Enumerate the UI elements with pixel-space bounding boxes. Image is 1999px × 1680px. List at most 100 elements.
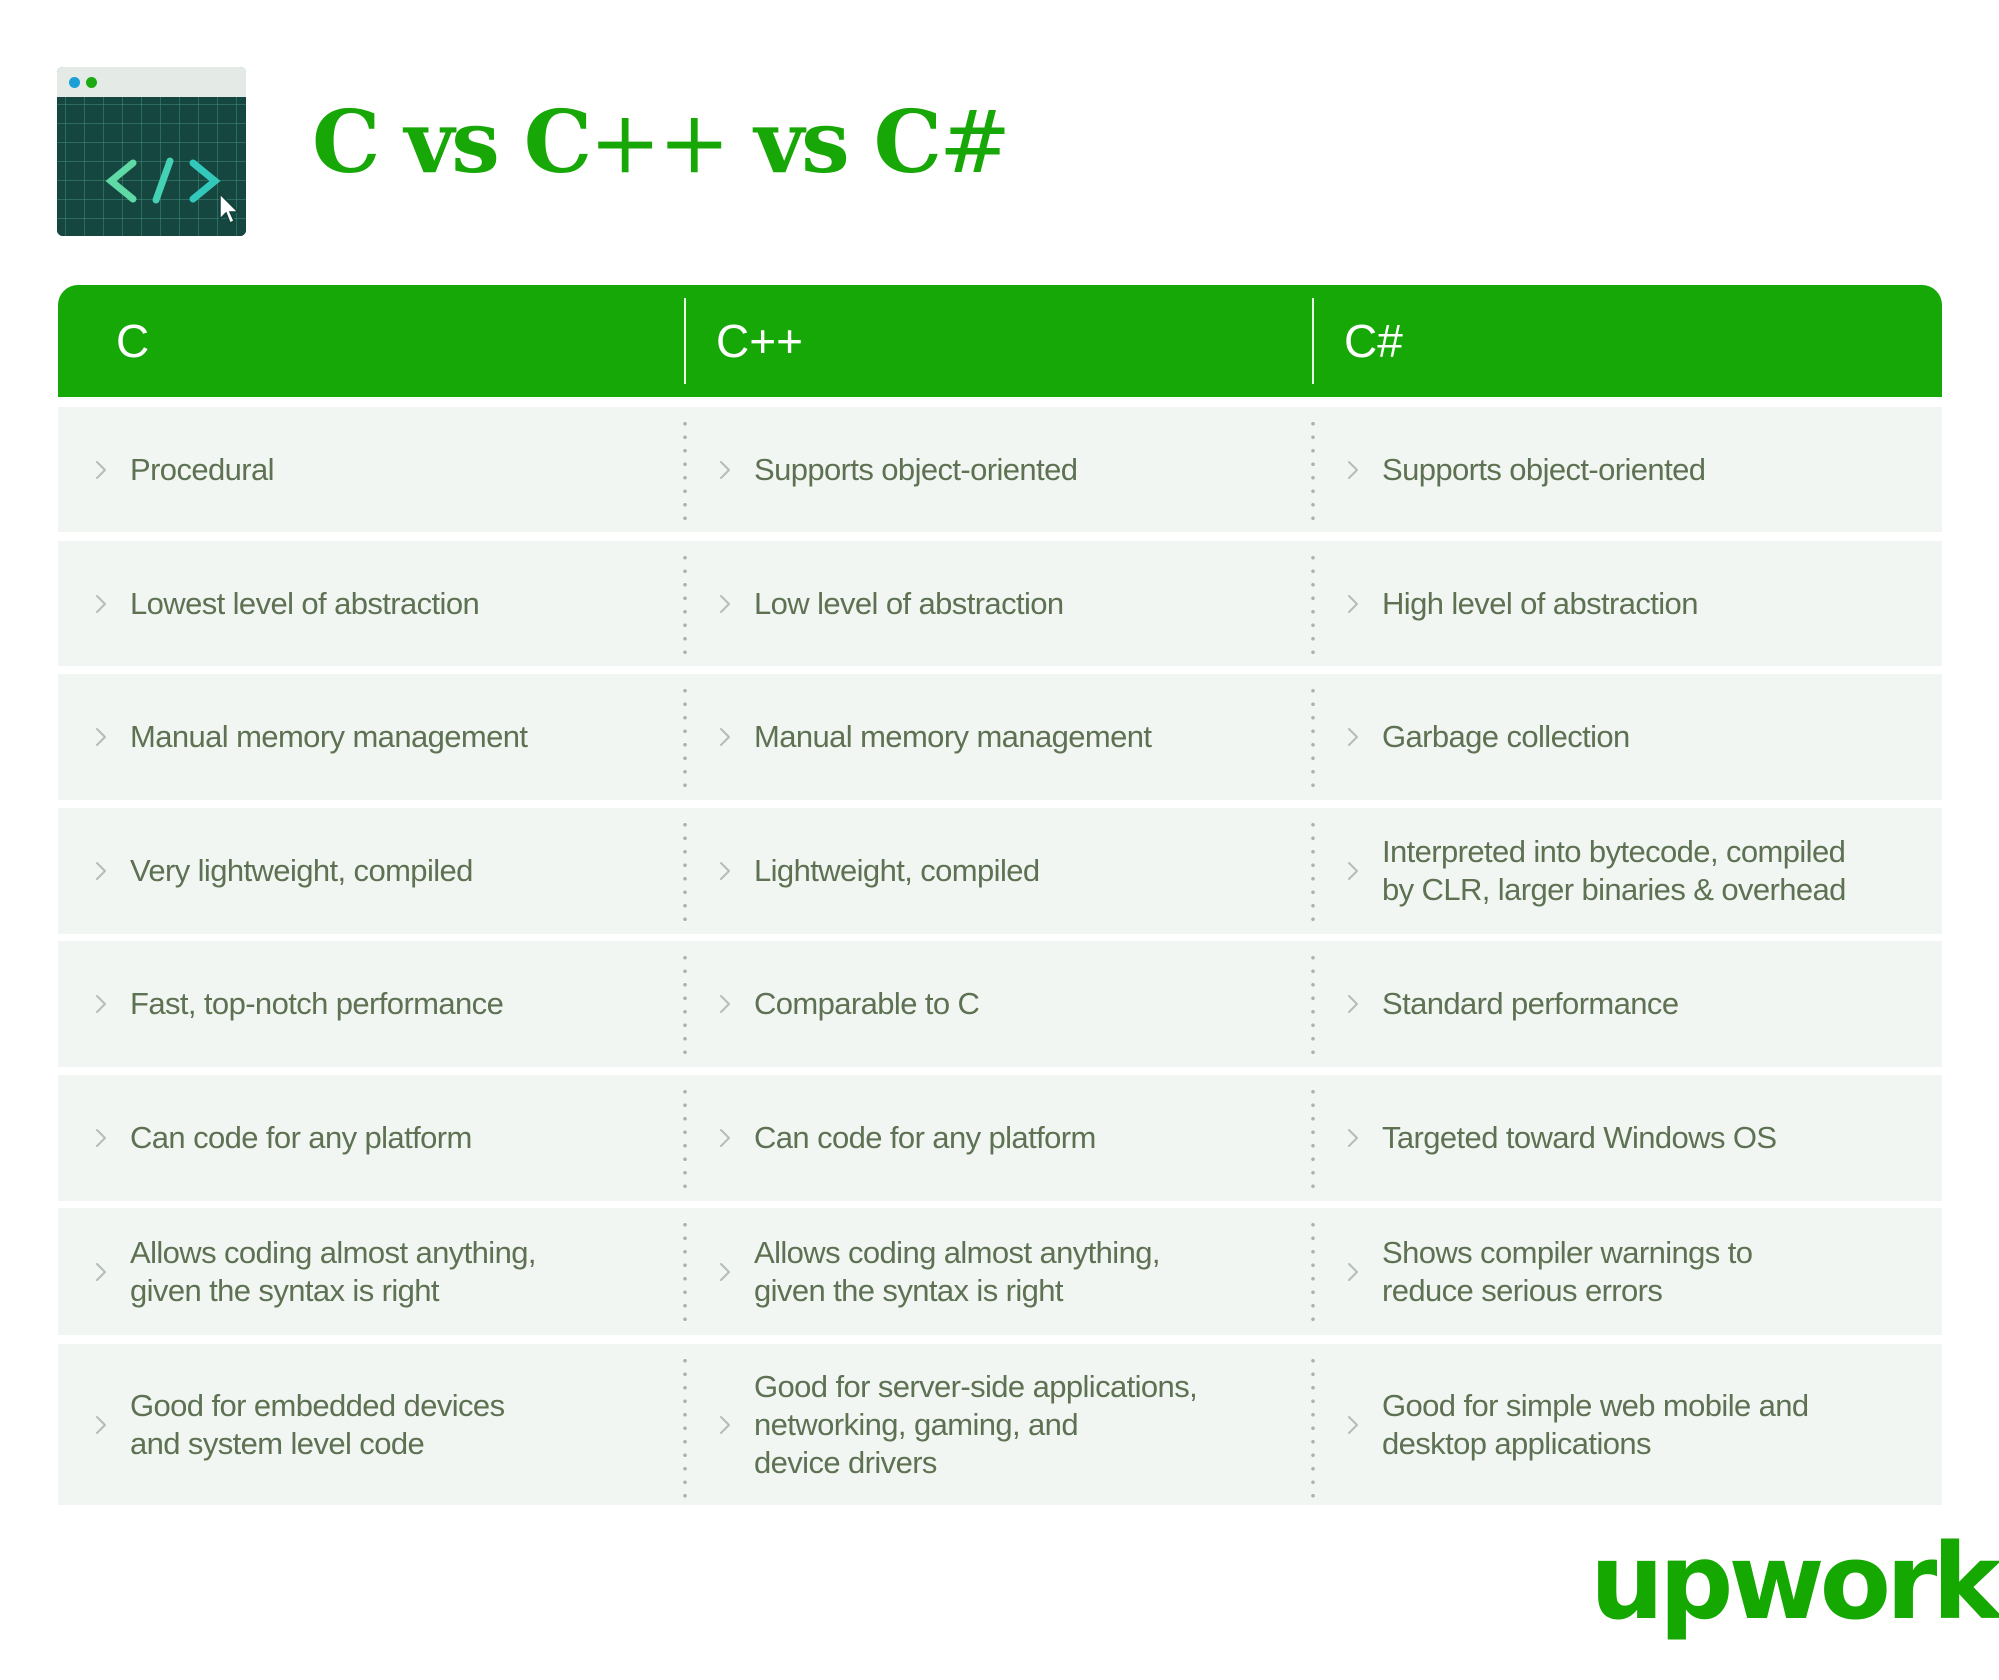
cell-text: Lowest level of abstraction xyxy=(130,585,480,621)
dotted-divider xyxy=(683,684,687,794)
chevron-right-icon xyxy=(1348,995,1358,1013)
chevron-right-icon xyxy=(1348,1262,1358,1281)
cell-text: Very lightweight, compiled xyxy=(130,853,473,888)
table-cell-csharp: High level of abstraction xyxy=(1346,541,1698,666)
table-row: Lowest level of abstraction Low level of … xyxy=(58,541,1942,666)
table-row: Very lightweight, compiled Lightweight, c… xyxy=(58,808,1942,934)
chevron-right-icon xyxy=(1348,460,1358,479)
table-header: C C++ C# xyxy=(58,285,1942,397)
chevron-right-icon xyxy=(720,1262,730,1281)
cell-text: Manual memory management xyxy=(130,719,528,754)
cell-text: Supports object-oriented xyxy=(1382,451,1706,487)
dotted-divider xyxy=(1311,1085,1315,1195)
table-cell-csharp: Targeted toward Windows OS xyxy=(1346,1075,1777,1201)
chevron-right-icon xyxy=(720,728,730,746)
dotted-divider xyxy=(683,551,687,660)
cell-text: Good for server-side applications, networ… xyxy=(754,1368,1198,1480)
table-cell-cpp: Lightweight, compiled xyxy=(718,808,1040,934)
chevron-right-icon xyxy=(96,1262,106,1281)
chevron-right-icon xyxy=(96,1129,106,1147)
table-row: Fast, top-notch performance Comparable to… xyxy=(58,941,1942,1067)
table-cell-csharp: Supports object-oriented xyxy=(1346,407,1706,532)
chevron-right-icon xyxy=(1348,594,1358,613)
dotted-divider xyxy=(683,1218,687,1329)
cell-text: Manual memory management xyxy=(754,719,1152,754)
dotted-divider xyxy=(1311,1218,1315,1329)
cell-text: Can code for any platform xyxy=(130,1120,472,1155)
table-cell-c: Very lightweight, compiled xyxy=(94,808,473,934)
chevron-right-icon xyxy=(720,460,730,479)
dotted-divider xyxy=(683,1085,687,1195)
table-row: Manual memory management Manual memory ma… xyxy=(58,674,1942,800)
cell-text: Interpreted into bytecode, compiled by CL… xyxy=(1382,834,1846,907)
chevron-right-icon xyxy=(96,728,106,746)
dotted-divider xyxy=(1311,951,1315,1061)
dotted-divider xyxy=(683,951,687,1061)
cell-text: Can code for any platform xyxy=(754,1120,1096,1155)
dotted-divider xyxy=(683,417,687,526)
table-cell-c: Good for embedded devices and system leve… xyxy=(94,1344,505,1505)
chevron-right-icon xyxy=(720,995,730,1013)
table-cell-c: Allows coding almost anything, given the … xyxy=(94,1208,536,1335)
title-part: # xyxy=(939,93,1011,193)
table-cell-cpp: Low level of abstraction xyxy=(718,541,1064,666)
chevron-right-icon xyxy=(96,460,106,479)
chevron-right-icon xyxy=(720,594,730,613)
cell-text: Allows coding almost anything, given the … xyxy=(130,1234,536,1308)
table-cell-c: Can code for any platform xyxy=(94,1075,472,1201)
column-header-csharp: C# xyxy=(1344,315,1403,367)
dotted-divider xyxy=(683,818,687,928)
cell-text: Good for simple web mobile and desktop ap… xyxy=(1382,1387,1809,1461)
chevron-right-icon xyxy=(1348,862,1358,880)
table-cell-csharp: Interpreted into bytecode, compiled by CL… xyxy=(1346,808,1846,934)
column-header-c: C xyxy=(116,315,150,367)
dotted-divider xyxy=(1311,818,1315,928)
chevron-right-icon xyxy=(96,862,106,880)
chevron-right-icon xyxy=(96,995,106,1013)
table-row: Allows coding almost anything, given the … xyxy=(58,1208,1942,1335)
dotted-divider xyxy=(1311,684,1315,794)
mouse-cursor-icon xyxy=(219,192,240,225)
title-part: vs C xyxy=(727,92,942,193)
chevron-right-icon xyxy=(96,1415,106,1434)
cell-text: Procedural xyxy=(130,451,275,487)
table-row: Procedural Supports object-oriented Suppor… xyxy=(58,407,1942,532)
cell-text: Low level of abstraction xyxy=(754,585,1064,621)
table-cell-cpp: Supports object-oriented xyxy=(718,407,1078,532)
cell-text: Standard performance xyxy=(1382,986,1679,1021)
code-brackets-icon xyxy=(105,157,240,225)
table-cell-c: Manual memory management xyxy=(94,674,528,800)
code-window-icon xyxy=(57,67,246,236)
cell-text: Shows compiler warnings to reduce serious… xyxy=(1382,1234,1753,1308)
table-cell-csharp: Standard performance xyxy=(1346,941,1679,1067)
cell-text: Lightweight, compiled xyxy=(754,853,1040,888)
dotted-divider xyxy=(683,1354,687,1499)
upwork-logo: upwork xyxy=(1590,1521,1999,1643)
table-cell-csharp: Good for simple web mobile and desktop ap… xyxy=(1346,1344,1809,1505)
table-cell-cpp: Can code for any platform xyxy=(718,1075,1096,1201)
dotted-divider xyxy=(1311,551,1315,660)
header-divider xyxy=(684,298,686,384)
cell-text: High level of abstraction xyxy=(1382,585,1698,621)
cell-text: Comparable to C xyxy=(754,986,980,1021)
cell-text: Fast, top-notch performance xyxy=(130,986,504,1021)
cell-text: Allows coding almost anything, given the … xyxy=(754,1234,1160,1308)
table-row: Good for embedded devices and system leve… xyxy=(58,1344,1942,1505)
chevron-right-icon xyxy=(720,1129,730,1147)
table-cell-csharp: Shows compiler warnings to reduce serious… xyxy=(1346,1208,1753,1335)
dotted-divider xyxy=(1311,417,1315,526)
cell-text: Targeted toward Windows OS xyxy=(1382,1120,1777,1155)
table-cell-csharp: Garbage collection xyxy=(1346,674,1630,800)
table-cell-c: Lowest level of abstraction xyxy=(94,541,480,666)
dotted-divider xyxy=(1311,1354,1315,1499)
chevron-right-icon xyxy=(96,594,106,613)
table-cell-c: Procedural xyxy=(94,407,275,532)
cell-text: Good for embedded devices and system leve… xyxy=(130,1387,505,1461)
table-cell-cpp: Allows coding almost anything, given the … xyxy=(718,1208,1160,1335)
chevron-right-icon xyxy=(1348,1129,1358,1147)
cell-text: Supports object-oriented xyxy=(754,451,1078,487)
chevron-right-icon xyxy=(1348,728,1358,746)
title-part: ++ xyxy=(589,93,730,193)
title-part: C vs C xyxy=(312,92,592,193)
header-divider xyxy=(1312,298,1314,384)
